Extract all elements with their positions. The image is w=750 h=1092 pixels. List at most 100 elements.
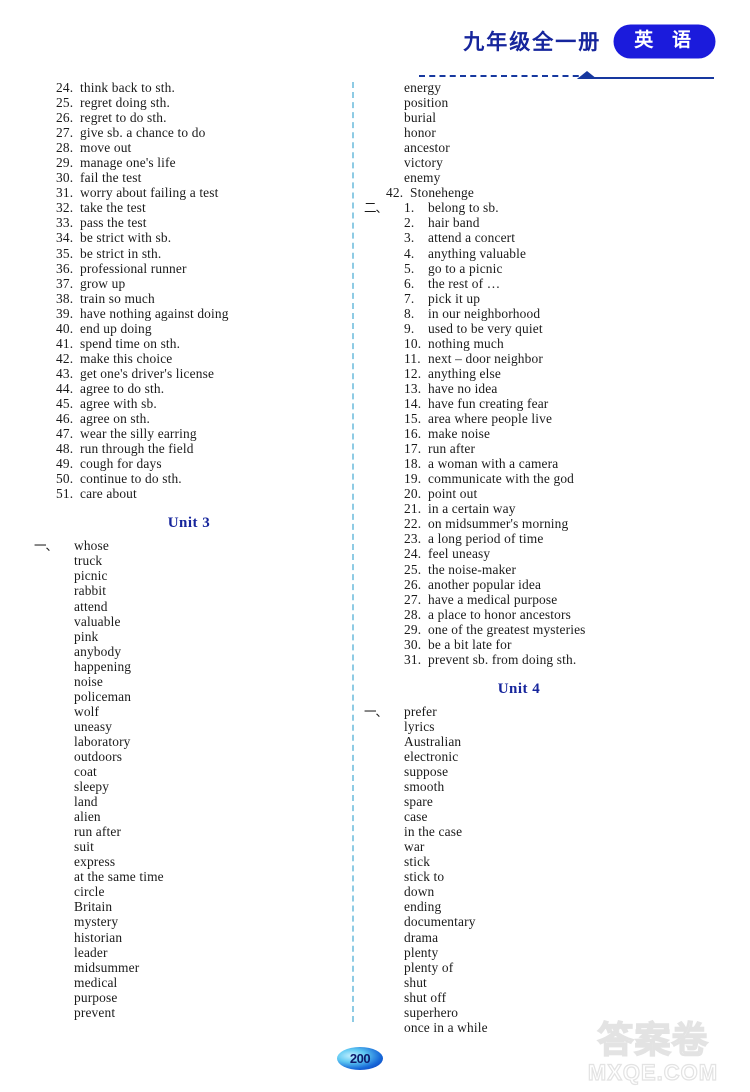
word-text: Britain [74, 899, 113, 915]
word-text: alien [74, 809, 101, 825]
list-item-number: 1. [404, 200, 415, 216]
word-text: at the same time [74, 869, 164, 885]
list-item-text: professional runner [80, 260, 187, 276]
word-text: happening [74, 658, 132, 674]
list-item: 26. regret to do sth. [56, 110, 356, 125]
list-item-text: cough for days [80, 456, 162, 472]
list-item: 29. manage one's life [56, 155, 356, 170]
list-item: 33. pass the test [56, 215, 356, 230]
list-item-text: point out [428, 486, 478, 502]
list-item-number: 26. [404, 576, 422, 592]
list-item-number: 21. [404, 501, 422, 517]
list-item-number: 29. [56, 155, 74, 171]
list-item: 29. one of the greatest mysteries [386, 622, 686, 637]
word-text: coat [74, 764, 97, 780]
list-item-text: regret to do sth. [80, 110, 167, 126]
unit-4-word-list: 一、 prefer lyrics Australian electronic suppos… [364, 704, 686, 1035]
word-list-item: 一、 whose [34, 538, 356, 553]
list-item: 2. hair band [386, 215, 686, 230]
word-text: burial [404, 110, 437, 126]
list-item: 32. take the test [56, 200, 356, 215]
list-item-number: 18. [404, 456, 422, 472]
list-item-text: take the test [80, 200, 146, 216]
word-text: electronic [404, 748, 459, 764]
word-list-item: 一、 prefer [364, 704, 686, 719]
list-item: 二、 1. belong to sb. [364, 200, 686, 216]
list-item-number: 27. [404, 591, 422, 607]
list-item-text: the rest of … [428, 275, 501, 291]
list-item: 41. spend time on sth. [56, 336, 356, 351]
list-item-number: 39. [56, 305, 74, 321]
list-item-text: fail the test [80, 170, 142, 186]
word-text: plenty of [404, 959, 454, 975]
list-item-text: used to be very quiet [428, 320, 543, 336]
list-item: 4. anything valuable [386, 246, 686, 261]
word-text: valuable [74, 613, 121, 629]
word-list-item: policeman [56, 689, 356, 704]
unit-3-phrase-list: 二、 1. belong to sb. 2. hair band 3. attend a c… [364, 200, 686, 666]
list-item-text: area where people live [428, 411, 553, 427]
word-list-item: plenty of [386, 960, 686, 975]
list-item: 9. used to be very quiet [386, 321, 686, 336]
word-text: documentary [404, 914, 476, 930]
list-item-text: have nothing against doing [80, 305, 229, 321]
list-item-text: be a bit late for [428, 636, 512, 652]
word-list-item: shut [386, 975, 686, 990]
list-item-number: 19. [404, 471, 422, 487]
word-text: anybody [74, 643, 122, 659]
list-item-text: regret doing sth. [80, 95, 170, 111]
list-item-text: agree with sb. [80, 395, 157, 411]
word-list-item: midsummer [56, 960, 356, 975]
list-item-number: 42. [56, 350, 74, 366]
word-list-item: smooth [386, 779, 686, 794]
word-text: stick to [404, 869, 445, 885]
list-item-number: 26. [56, 110, 74, 126]
list-item: 30. fail the test [56, 170, 356, 185]
left-column: 24. think back to sth. 25. regret doing sth… [34, 80, 356, 1020]
word-text: outdoors [74, 748, 123, 764]
list-item: 38. train so much [56, 291, 356, 306]
word-list-item: lyrics [386, 719, 686, 734]
list-item-number: 25. [404, 561, 422, 577]
list-item-number: 22. [404, 516, 422, 532]
header-rule-solid [587, 77, 714, 79]
unit-3-word-list: 一、 whose truck picnic rabbit attend valuable pi… [34, 538, 356, 1020]
word-list-item: victory [386, 155, 686, 170]
word-list-item: pink [56, 629, 356, 644]
list-item-text: pick it up [428, 290, 481, 306]
list-item: 18. a woman with a camera [386, 456, 686, 471]
list-item-text: the noise-maker [428, 561, 517, 577]
word-text: prevent [74, 1004, 116, 1020]
list-item: 51. care about [56, 486, 356, 501]
list-item-text: run after [428, 441, 476, 457]
list-item: 19. communicate with the god [386, 471, 686, 486]
list-item-text: in a certain way [428, 501, 516, 517]
word-list-item: case [386, 809, 686, 824]
right-column: energy position burial honor ancestor victory… [364, 80, 686, 1035]
list-item: 3. attend a concert [386, 230, 686, 245]
continued-phrase-list: 24. think back to sth. 25. regret doing sth… [56, 80, 356, 501]
word-text: Australian [404, 733, 462, 749]
word-list-item: Australian [386, 734, 686, 749]
list-item-number: 44. [56, 380, 74, 396]
list-item: 6. the rest of … [386, 276, 686, 291]
list-item-text: manage one's life [80, 155, 176, 171]
word-text: picnic [74, 568, 108, 584]
list-item-number: 14. [404, 395, 422, 411]
list-item-text: belong to sb. [428, 200, 499, 216]
list-item-number: 51. [56, 486, 74, 502]
grade-title: 九年级全一册 [463, 29, 602, 54]
word-list-item: anybody [56, 644, 356, 659]
word-text: energy [404, 80, 442, 95]
word-text: uneasy [74, 718, 113, 734]
word-text: plenty [404, 944, 439, 960]
list-item: 24. feel uneasy [386, 546, 686, 561]
list-item: 46. agree on sth. [56, 411, 356, 426]
list-item: 40. end up doing [56, 321, 356, 336]
word-text: sleepy [74, 779, 110, 795]
list-item-number: 9. [404, 320, 415, 336]
list-item-text: attend a concert [428, 230, 516, 246]
word-list-item: Britain [56, 899, 356, 914]
word-list-item: outdoors [56, 749, 356, 764]
list-item-text: train so much [80, 290, 155, 306]
